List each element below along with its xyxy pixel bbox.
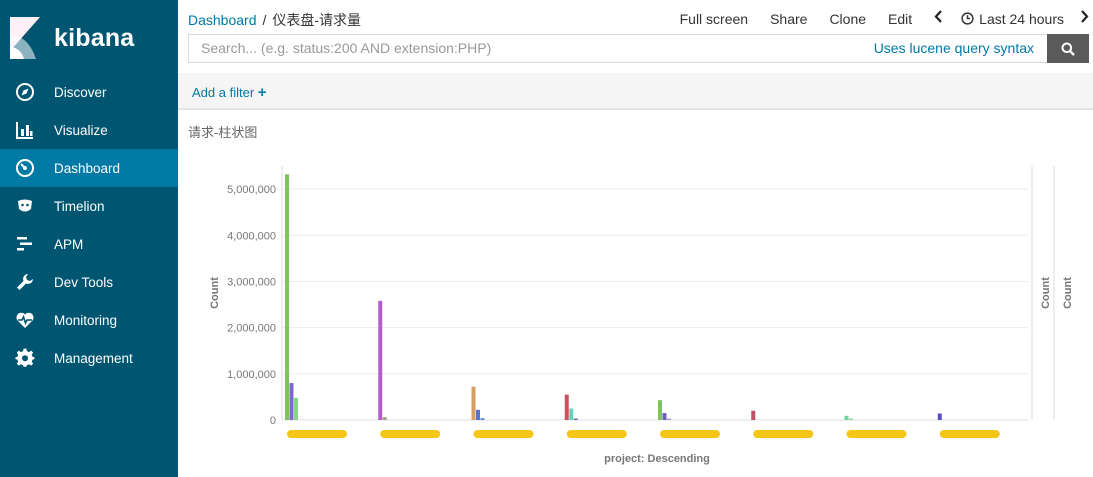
sidebar-item-label: Dev Tools bbox=[54, 274, 114, 290]
bar-chart-svg: 0 1,000,000 2,000,000 3,000,000 4,000,000 5,0… bbox=[209, 166, 1074, 465]
kibana-app: kibana Discover Visualize Dashboard Time… bbox=[0, 0, 1093, 477]
edit-button[interactable]: Edit bbox=[888, 11, 912, 27]
dashboard-icon bbox=[14, 157, 36, 179]
y-tick-label: 2,000,000 bbox=[227, 323, 276, 335]
time-picker[interactable]: Last 24 hours bbox=[961, 11, 1064, 27]
sidebar-item-timelion[interactable]: Timelion bbox=[0, 187, 178, 225]
sidebar-item-label: Timelion bbox=[54, 198, 105, 214]
chevron-left-icon[interactable] bbox=[934, 10, 943, 27]
redacted-label bbox=[753, 430, 814, 438]
chart-bar bbox=[382, 417, 387, 420]
clone-button[interactable]: Clone bbox=[829, 11, 866, 27]
chart-bar bbox=[573, 418, 578, 420]
chart-bar bbox=[294, 397, 298, 420]
sidebar-nav: Discover Visualize Dashboard Timelion AP… bbox=[0, 73, 178, 377]
panel-title: 请求-柱状图 bbox=[188, 125, 258, 140]
sidebar: kibana Discover Visualize Dashboard Time… bbox=[0, 0, 178, 477]
heartbeat-icon bbox=[14, 309, 36, 331]
redacted-label bbox=[846, 430, 907, 438]
wrench-icon bbox=[14, 271, 36, 293]
clock-icon bbox=[961, 12, 974, 25]
timelion-icon bbox=[14, 195, 36, 217]
kibana-logo-icon bbox=[10, 17, 40, 59]
share-button[interactable]: Share bbox=[770, 11, 807, 27]
chart-bar bbox=[285, 174, 289, 420]
chart-bar bbox=[564, 394, 569, 420]
redacted-label bbox=[660, 430, 720, 438]
y-tick-label: 4,000,000 bbox=[227, 230, 276, 242]
sidebar-item-label: Visualize bbox=[54, 122, 108, 138]
search-button[interactable] bbox=[1047, 34, 1089, 63]
chart-bar bbox=[471, 386, 476, 420]
sidebar-item-label: Monitoring bbox=[54, 312, 118, 328]
plus-icon: + bbox=[257, 84, 267, 101]
redacted-label bbox=[287, 430, 347, 438]
right-axis-title: Count bbox=[1040, 277, 1052, 309]
search-icon bbox=[1061, 42, 1075, 56]
chart-bar bbox=[289, 383, 294, 420]
bar-chart: 0 1,000,000 2,000,000 3,000,000 4,000,000 5,0… bbox=[178, 150, 1093, 477]
chart-bar bbox=[667, 418, 671, 420]
redacted-label bbox=[380, 430, 441, 438]
sidebar-item-dev-tools[interactable]: Dev Tools bbox=[0, 263, 178, 301]
sidebar-item-management[interactable]: Management bbox=[0, 339, 178, 377]
chart-bar bbox=[849, 418, 853, 420]
breadcrumb-dashboard-link[interactable]: Dashboard bbox=[188, 12, 257, 28]
chart-bar bbox=[662, 413, 667, 420]
right-axis-title: Count bbox=[1062, 277, 1074, 309]
breadcrumb-separator: / bbox=[262, 12, 267, 28]
sidebar-item-discover[interactable]: Discover bbox=[0, 73, 178, 111]
chart-bar bbox=[480, 418, 485, 420]
time-range-label: Last 24 hours bbox=[979, 10, 1064, 27]
redacted-label bbox=[473, 430, 534, 438]
breadcrumb: Dashboard / 仪表盘-请求量 bbox=[188, 10, 361, 30]
chart-bar bbox=[476, 409, 480, 420]
chart-bar bbox=[844, 415, 849, 420]
compass-icon bbox=[14, 81, 36, 103]
chart-bar bbox=[658, 400, 662, 420]
chart-bar bbox=[569, 408, 574, 420]
chart-bar bbox=[378, 300, 383, 420]
kibana-logo[interactable]: kibana bbox=[8, 16, 134, 60]
sidebar-item-label: Discover bbox=[54, 84, 107, 100]
search-row: Search... (e.g. status:200 AND extension… bbox=[188, 34, 1089, 63]
lucene-syntax-link[interactable]: Uses lucene query syntax bbox=[874, 34, 1034, 63]
x-axis-title: project: Descending bbox=[604, 453, 710, 465]
y-tick-label: 5,000,000 bbox=[227, 184, 276, 196]
y-axis-title: Count bbox=[209, 277, 221, 309]
sidebar-item-label: Management bbox=[54, 350, 133, 366]
sidebar-item-visualize[interactable]: Visualize bbox=[0, 111, 178, 149]
sidebar-item-apm[interactable]: APM bbox=[0, 225, 178, 263]
chevron-right-icon[interactable] bbox=[1080, 10, 1089, 27]
sidebar-item-dashboard[interactable]: Dashboard bbox=[0, 149, 178, 187]
logo-text: kibana bbox=[54, 23, 135, 52]
sidebar-item-label: APM bbox=[54, 236, 84, 252]
top-actions: Full screen Share Clone Edit Last 24 hou… bbox=[658, 10, 1093, 27]
bar-chart-icon bbox=[14, 119, 36, 141]
full-screen-button[interactable]: Full screen bbox=[680, 11, 748, 27]
breadcrumb-current: 仪表盘-请求量 bbox=[272, 12, 362, 28]
redacted-label bbox=[566, 430, 627, 438]
redacted-label bbox=[939, 430, 1000, 438]
gear-icon bbox=[14, 347, 36, 369]
apm-icon bbox=[14, 233, 36, 255]
sidebar-item-monitoring[interactable]: Monitoring bbox=[0, 301, 178, 339]
chart-bar bbox=[937, 413, 942, 420]
filter-bar: Add a filter + bbox=[178, 73, 1093, 110]
y-tick-label: 0 bbox=[270, 415, 276, 427]
y-tick-label: 3,000,000 bbox=[227, 276, 276, 288]
add-filter-label: Add a filter bbox=[192, 85, 255, 100]
chart-bar bbox=[751, 410, 756, 420]
top-bar: Dashboard / 仪表盘-请求量 Full screen Share Clon… bbox=[178, 0, 1093, 37]
y-tick-label: 1,000,000 bbox=[227, 369, 276, 381]
sidebar-item-label: Dashboard bbox=[54, 160, 121, 176]
add-filter-button[interactable]: Add a filter + bbox=[192, 84, 267, 101]
